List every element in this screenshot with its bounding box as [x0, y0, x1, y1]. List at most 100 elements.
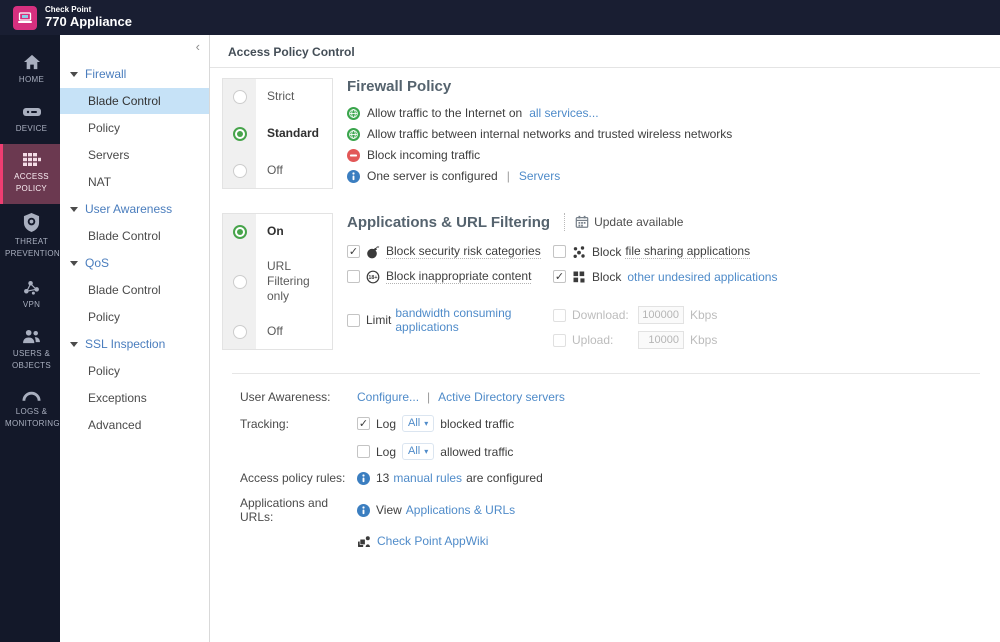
- bandwidth-apps-link[interactable]: bandwidth consuming applications: [395, 306, 553, 334]
- divider: [564, 213, 566, 231]
- sidebar-item-users-objects[interactable]: USERS & OBJECTS: [0, 320, 60, 381]
- upload-checkbox[interactable]: [553, 333, 566, 347]
- download-checkbox[interactable]: [553, 308, 566, 322]
- radio-standard[interactable]: Standard: [223, 114, 332, 153]
- secondary-sidebar: ‹ Firewall Blade Control Policy Servers …: [60, 35, 210, 642]
- sidebar-item-threat-prevention[interactable]: THREAT PREVENTION: [0, 204, 60, 269]
- update-available-button[interactable]: Update available: [575, 215, 683, 229]
- sidebar-item-label: THREAT PREVENTION: [5, 237, 61, 258]
- nav-item-user-awareness-blade-control[interactable]: Blade Control: [60, 223, 209, 249]
- firewall-policy-heading: Firewall Policy: [347, 78, 452, 95]
- sidebar-item-home[interactable]: HOME: [0, 45, 60, 96]
- manual-rules-link[interactable]: manual rules: [393, 471, 462, 485]
- info-icon: [357, 471, 370, 485]
- dropdown-value: All: [408, 417, 421, 429]
- log-label: Log: [376, 416, 397, 431]
- upload-input[interactable]: [638, 331, 684, 349]
- brand-bottom: 770 Appliance: [45, 13, 132, 29]
- blocked-traffic-dropdown[interactable]: All ▾: [402, 415, 435, 432]
- radio-on[interactable]: On: [223, 214, 332, 249]
- dropdown-value: All: [408, 445, 421, 457]
- cb-other-undesired: Block other undesired applications: [553, 269, 980, 284]
- bullet-text: One server is configured: [367, 169, 498, 183]
- radio-url-only-circle[interactable]: [232, 274, 247, 289]
- nav-item-ssl-policy[interactable]: Policy: [60, 358, 209, 384]
- radio-apps-off-circle[interactable]: [232, 324, 247, 339]
- appwiki-link[interactable]: Check Point AppWiki: [377, 534, 488, 548]
- info-icon: [347, 169, 360, 183]
- all-services-link[interactable]: all services...: [529, 106, 598, 120]
- radio-off[interactable]: Off: [223, 153, 332, 188]
- other-undesired-apps-link[interactable]: other undesired applications: [627, 270, 777, 284]
- bullet-server-configured: One server is configured | Servers: [347, 169, 980, 183]
- sidebar-item-access-policy[interactable]: ACCESS POLICY: [0, 144, 60, 205]
- bullet-block-incoming: Block incoming traffic: [347, 148, 980, 162]
- radio-label: Off: [267, 324, 283, 338]
- rules-count: 13: [376, 471, 390, 485]
- users-icon: [23, 330, 40, 344]
- tracking-allowed-row: Log All ▾ allowed traffic: [222, 443, 980, 460]
- view-text: View: [376, 503, 402, 517]
- sidebar-item-label: LOGS & MONITORING: [5, 407, 60, 428]
- limit-bandwidth-checkbox[interactable]: [347, 313, 360, 327]
- sidebar-item-logs-monitoring[interactable]: LOGS & MONITORING: [0, 381, 60, 439]
- nav-item-ssl-advanced[interactable]: Advanced: [60, 412, 209, 438]
- sidebar-item-vpn[interactable]: VPN: [0, 270, 60, 321]
- log-allowed-checkbox[interactable]: [357, 445, 370, 458]
- bullet-text: Block incoming traffic: [367, 148, 481, 162]
- nav-section-qos[interactable]: QoS: [60, 250, 209, 276]
- radio-url-filtering-only[interactable]: URL Filtering only: [223, 249, 332, 314]
- nav-item-qos-blade-control[interactable]: Blade Control: [60, 277, 209, 303]
- allowed-traffic-text: allowed traffic: [440, 444, 514, 459]
- undesired-apps-checkbox[interactable]: [553, 270, 566, 283]
- nav-item-qos-policy[interactable]: Policy: [60, 304, 209, 330]
- log-blocked-checkbox[interactable]: [357, 417, 370, 430]
- nav-section-ssl-inspection[interactable]: SSL Inspection: [60, 331, 209, 357]
- app-header: Check Point 770 Appliance: [0, 0, 1000, 35]
- download-input[interactable]: [638, 306, 684, 324]
- nav-section-user-awareness[interactable]: User Awareness: [60, 196, 209, 222]
- servers-link[interactable]: Servers: [519, 169, 560, 183]
- radio-label: On: [267, 224, 284, 238]
- firewall-mode-radio-group: Strict Standard Off: [222, 78, 333, 189]
- chevron-down-icon: ▾: [424, 418, 429, 428]
- apps-urls-label: Applications and URLs:: [240, 496, 329, 524]
- active-directory-servers-link[interactable]: Active Directory servers: [438, 390, 565, 404]
- nav-item-firewall-servers[interactable]: Servers: [60, 142, 209, 168]
- chevron-down-icon: [70, 71, 78, 77]
- user-awareness-row: User Awareness: Configure... | Active Di…: [222, 390, 980, 404]
- radio-label: URL Filtering only: [267, 259, 310, 303]
- security-risk-checkbox[interactable]: [347, 245, 360, 258]
- sidebar-item-label: HOME: [18, 75, 45, 84]
- update-calendar-icon: [575, 215, 589, 228]
- radio-off-circle[interactable]: [232, 163, 247, 178]
- sidebar-item-device[interactable]: DEVICE: [0, 96, 60, 145]
- radio-on-circle[interactable]: [232, 224, 247, 239]
- inappropriate-checkbox[interactable]: [347, 270, 360, 283]
- applications-urls-link[interactable]: Applications & URLs: [406, 503, 515, 517]
- radio-strict-circle[interactable]: [232, 89, 247, 104]
- main-content: Access Policy Control Strict Standard Of…: [210, 35, 1000, 642]
- configure-link[interactable]: Configure...: [357, 390, 419, 404]
- nav-section-label: Firewall: [85, 67, 127, 81]
- collapse-sidebar-icon[interactable]: ‹: [196, 39, 200, 54]
- allowed-traffic-dropdown[interactable]: All ▾: [402, 443, 435, 460]
- appwiki-icon: [358, 536, 370, 547]
- primary-sidebar: HOME DEVICE ACCESS POLICY THREAT PREVENT…: [0, 35, 60, 642]
- nav-item-ssl-exceptions[interactable]: Exceptions: [60, 385, 209, 411]
- nav-item-firewall-blade-control[interactable]: Blade Control: [60, 88, 209, 114]
- file-sharing-checkbox[interactable]: [553, 245, 566, 258]
- radio-strict[interactable]: Strict: [223, 79, 332, 114]
- eighteen-plus-icon: 18+: [366, 270, 380, 283]
- page-title: Access Policy Control: [210, 35, 1000, 68]
- nav-section-label: SSL Inspection: [85, 337, 166, 351]
- nav-section-firewall[interactable]: Firewall: [60, 61, 209, 87]
- radio-standard-circle[interactable]: [232, 126, 247, 141]
- shield-icon: [23, 213, 40, 233]
- radio-apps-off[interactable]: Off: [223, 314, 332, 349]
- nav-item-firewall-policy[interactable]: Policy: [60, 115, 209, 141]
- nav-item-firewall-nat[interactable]: NAT: [60, 169, 209, 195]
- download-row: Download: Kbps: [553, 306, 717, 324]
- cb-label-pre: Block: [592, 269, 622, 284]
- bullet-text: Allow traffic between internal networks …: [367, 127, 733, 141]
